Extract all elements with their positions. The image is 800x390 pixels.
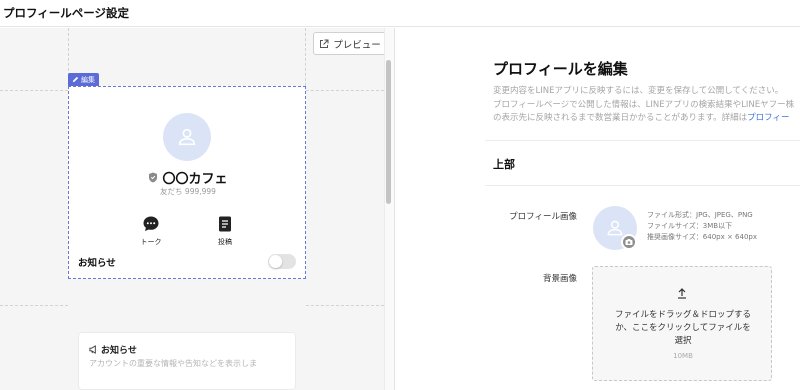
editor-description: 変更内容をLINEアプリに反映するには、変更を保存して公開してください。 プロフ…: [493, 85, 794, 126]
notice-header-row: お知らせ: [78, 254, 296, 269]
editor-pane: プロフィールを編集 変更内容をLINEアプリに反映するには、変更を保存して公開し…: [394, 28, 800, 390]
dropzone-line1: ファイルをドラッグ＆ドロップする: [614, 310, 751, 320]
top-bar: プロフィールページ設定: [0, 0, 800, 27]
notice-card-desc: アカウントの重要な情報や告知などを表示しま: [89, 359, 257, 368]
background-dropzone[interactable]: ファイルをドラッグ＆ドロップする か、ここをクリックしてファイルを 選択 10M…: [592, 266, 772, 381]
profile-help-link[interactable]: プロフィー: [747, 113, 789, 123]
spec-size: ファイルサイズ：3MB以下: [647, 222, 733, 230]
profile-name-row: 〇〇カフェ: [69, 168, 307, 187]
background-image-label: 背景画像: [542, 274, 577, 284]
camera-icon: [625, 239, 633, 245]
edit-badge[interactable]: 編集: [68, 73, 99, 86]
dropzone-line2: か、ここをクリックしてファイルを: [615, 323, 751, 333]
editor-desc-line2: プロフィールページで公開した情報は、LINEアプリの検索結果やLINEヤフー株: [493, 99, 795, 110]
editor-title: プロフィールを編集: [493, 60, 628, 78]
profile-avatar: [163, 113, 211, 161]
talk-action[interactable]: トーク: [131, 215, 171, 247]
notice-card-title: お知らせ: [101, 346, 137, 356]
section-title-top: 上部: [493, 158, 515, 171]
user-icon: [607, 220, 623, 236]
profile-name: 〇〇カフェ: [162, 172, 228, 187]
shield-badge-icon: [149, 172, 158, 183]
notice-toggle[interactable]: [268, 254, 296, 269]
post-document-icon: [219, 216, 231, 232]
external-link-icon: [320, 39, 329, 48]
edit-badge-label: 編集: [81, 75, 95, 84]
dropzone-text: ファイルをドラッグ＆ドロップする か、ここをクリックしてファイルを 選択: [593, 309, 773, 348]
dropzone-line3: 選択: [674, 336, 692, 346]
editor-desc-line3: の表示先に反映されるまで数営業日かかることがあります。詳細は: [493, 113, 748, 123]
post-action-label: 投稿: [218, 238, 232, 246]
pencil-icon: [72, 76, 79, 83]
preview-button-label: プレビュー: [333, 39, 381, 51]
notice-section-title: お知らせ: [78, 257, 116, 269]
talk-action-label: トーク: [140, 238, 162, 246]
spec-format: ファイル形式：JPG、JPEG、PNG: [647, 211, 753, 219]
spec-recommend: 推奨画像サイズ：640px × 640px: [647, 233, 757, 241]
upload-icon: [678, 288, 686, 299]
camera-button[interactable]: [621, 234, 637, 250]
preview-button[interactable]: プレビュー: [313, 32, 387, 55]
profile-image-label: プロフィール画像: [509, 212, 577, 222]
profile-section-preview[interactable]: 〇〇カフェ 友だち 999,999 トーク 投稿: [68, 86, 306, 279]
dropzone-limit: 10MB: [673, 352, 693, 360]
divider: [485, 185, 800, 186]
editor-desc-line1: 変更内容をLINEアプリに反映するには、変更を保存して公開してください。: [493, 86, 784, 96]
page-title: プロフィールページ設定: [3, 6, 130, 20]
friend-count: 友だち 999,999: [160, 187, 216, 196]
notice-card[interactable]: お知らせ アカウントの重要な情報や告知などを表示しま: [78, 332, 296, 390]
user-icon: [178, 128, 196, 146]
preview-scrollbar-thumb[interactable]: [386, 60, 391, 204]
chat-bubble-icon: [143, 216, 159, 231]
profile-image-spec: ファイル形式：JPG、JPEG、PNG ファイルサイズ：3MB以下 推奨画像サイ…: [647, 210, 757, 243]
post-action[interactable]: 投稿: [205, 215, 245, 247]
divider: [485, 140, 800, 141]
megaphone-icon: [89, 345, 96, 354]
